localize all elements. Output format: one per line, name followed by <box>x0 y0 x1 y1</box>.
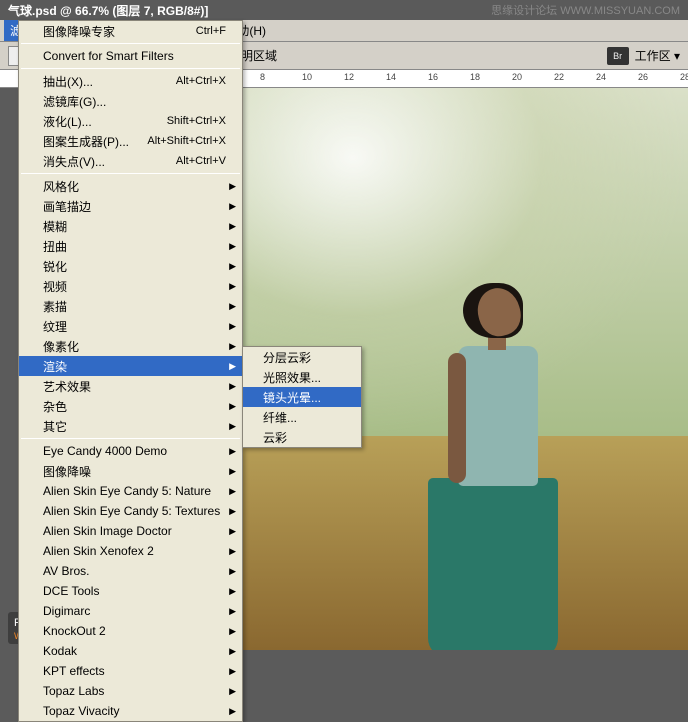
filter-item[interactable]: Topaz Labs▶ <box>19 681 242 701</box>
submenu-item[interactable]: 分层云彩 <box>243 347 361 367</box>
submenu-arrow-icon: ▶ <box>229 566 236 577</box>
filter-item[interactable]: 风格化▶ <box>19 176 242 196</box>
submenu-arrow-icon: ▶ <box>229 301 236 312</box>
filter-item[interactable]: Topaz Vivacity▶ <box>19 701 242 721</box>
submenu-arrow-icon: ▶ <box>229 181 236 192</box>
submenu-arrow-icon: ▶ <box>229 586 236 597</box>
menu-separator <box>21 68 240 69</box>
filter-item[interactable]: Alien Skin Image Doctor▶ <box>19 521 242 541</box>
filter-item[interactable]: Alien Skin Eye Candy 5: Nature▶ <box>19 481 242 501</box>
submenu-arrow-icon: ▶ <box>229 221 236 232</box>
submenu-arrow-icon: ▶ <box>229 281 236 292</box>
submenu-arrow-icon: ▶ <box>229 506 236 517</box>
submenu-arrow-icon: ▶ <box>229 706 236 717</box>
watermark-top: 思缘设计论坛 WWW.MISSYUAN.COM <box>491 2 680 18</box>
filter-item[interactable]: DCE Tools▶ <box>19 581 242 601</box>
filter-item[interactable]: 消失点(V)...Alt+Ctrl+V <box>19 151 242 171</box>
filter-item[interactable]: 杂色▶ <box>19 396 242 416</box>
filter-menu-dropdown: 图像降噪专家Ctrl+F Convert for Smart Filters 抽出(… <box>18 20 243 722</box>
filter-item[interactable]: Alien Skin Eye Candy 5: Textures▶ <box>19 501 242 521</box>
filter-item[interactable]: 纹理▶ <box>19 316 242 336</box>
filter-item[interactable]: 锐化▶ <box>19 256 242 276</box>
filter-item[interactable]: Alien Skin Xenofex 2▶ <box>19 541 242 561</box>
filter-item[interactable]: AV Bros.▶ <box>19 561 242 581</box>
filter-item[interactable]: 渲染▶ <box>19 356 242 376</box>
submenu-item[interactable]: 纤维... <box>243 407 361 427</box>
filter-item[interactable]: 滤镜库(G)... <box>19 91 242 111</box>
submenu-item[interactable]: 光照效果... <box>243 367 361 387</box>
filter-item[interactable]: 扭曲▶ <box>19 236 242 256</box>
bridge-icon[interactable]: Br <box>607 47 629 65</box>
submenu-arrow-icon: ▶ <box>229 626 236 637</box>
submenu-arrow-icon: ▶ <box>229 526 236 537</box>
filter-item[interactable]: 像素化▶ <box>19 336 242 356</box>
filter-item[interactable]: 图案生成器(P)...Alt+Shift+Ctrl+X <box>19 131 242 151</box>
submenu-arrow-icon: ▶ <box>229 486 236 497</box>
submenu-arrow-icon: ▶ <box>229 321 236 332</box>
menu-separator <box>21 173 240 174</box>
submenu-arrow-icon: ▶ <box>229 361 236 372</box>
submenu-item[interactable]: 云彩 <box>243 427 361 447</box>
submenu-arrow-icon: ▶ <box>229 401 236 412</box>
workspace-label[interactable]: 工作区 ▾ <box>635 47 680 64</box>
submenu-arrow-icon: ▶ <box>229 646 236 657</box>
filter-item[interactable]: 液化(L)...Shift+Ctrl+X <box>19 111 242 131</box>
filter-item[interactable]: 图像降噪▶ <box>19 461 242 481</box>
filter-item[interactable]: 模糊▶ <box>19 216 242 236</box>
submenu-arrow-icon: ▶ <box>229 201 236 212</box>
menu-separator <box>21 43 240 44</box>
submenu-arrow-icon: ▶ <box>229 666 236 677</box>
filter-item[interactable]: KPT effects▶ <box>19 661 242 681</box>
filter-item[interactable]: 其它▶ <box>19 416 242 436</box>
filter-item[interactable]: Kodak▶ <box>19 641 242 661</box>
submenu-arrow-icon: ▶ <box>229 606 236 617</box>
submenu-arrow-icon: ▶ <box>229 341 236 352</box>
filter-item[interactable]: 素描▶ <box>19 296 242 316</box>
submenu-arrow-icon: ▶ <box>229 241 236 252</box>
filter-item[interactable]: 图像降噪专家Ctrl+F <box>19 21 242 41</box>
submenu-arrow-icon: ▶ <box>229 381 236 392</box>
submenu-arrow-icon: ▶ <box>229 546 236 557</box>
filter-item[interactable]: 抽出(X)...Alt+Ctrl+X <box>19 71 242 91</box>
menu-separator <box>21 438 240 439</box>
filter-item[interactable]: Digimarc▶ <box>19 601 242 621</box>
submenu-arrow-icon: ▶ <box>229 686 236 697</box>
filter-item[interactable]: Eye Candy 4000 Demo▶ <box>19 441 242 461</box>
document-title: 气球.psd @ 66.7% (图层 7, RGB/8#)] <box>8 2 208 19</box>
submenu-arrow-icon: ▶ <box>229 421 236 432</box>
submenu-arrow-icon: ▶ <box>229 446 236 457</box>
submenu-item[interactable]: 镜头光晕... <box>243 387 361 407</box>
filter-item[interactable]: 艺术效果▶ <box>19 376 242 396</box>
filter-item[interactable]: Convert for Smart Filters <box>19 46 242 66</box>
filter-item[interactable]: 视频▶ <box>19 276 242 296</box>
filter-item[interactable]: KnockOut 2▶ <box>19 621 242 641</box>
submenu-arrow-icon: ▶ <box>229 261 236 272</box>
submenu-arrow-icon: ▶ <box>229 466 236 477</box>
render-submenu: 分层云彩光照效果...镜头光晕...纤维...云彩 <box>242 346 362 448</box>
figure-silhouette <box>408 288 568 648</box>
filter-item[interactable]: 画笔描边▶ <box>19 196 242 216</box>
